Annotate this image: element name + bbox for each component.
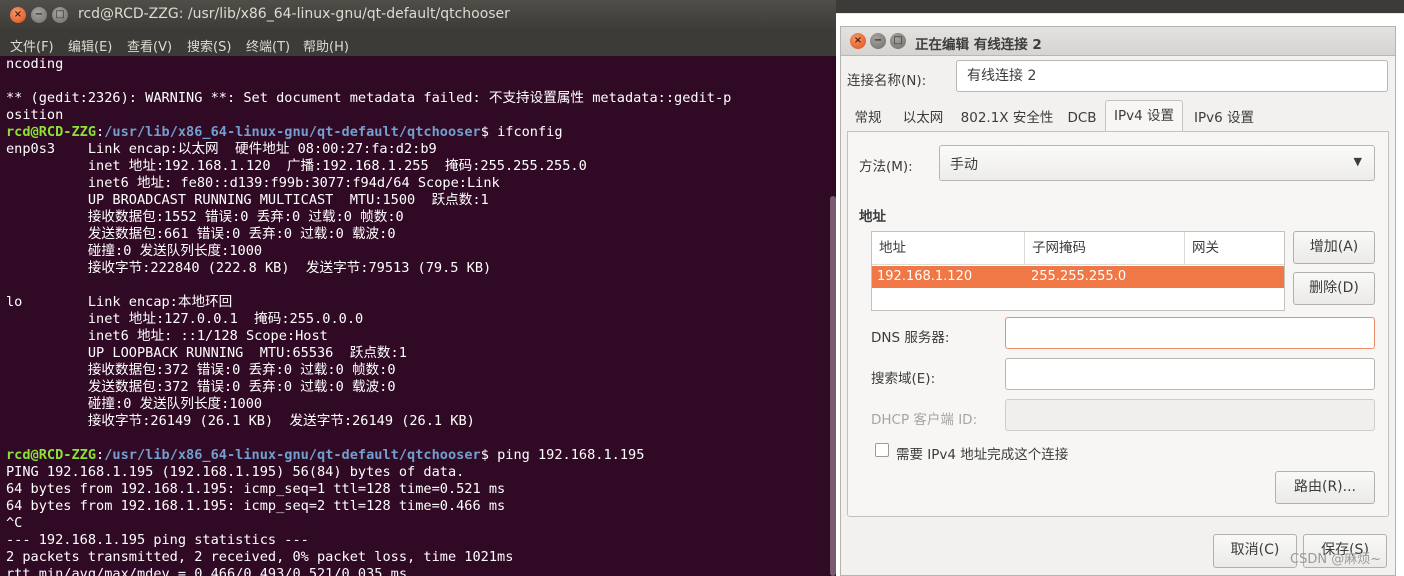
- connection-name-field[interactable]: 有线连接 2: [956, 60, 1388, 92]
- terminal-line: 接收字节:222840 (222.8 KB) 发送字节:79513 (79.5 …: [6, 260, 492, 276]
- terminal-line: osition: [6, 107, 64, 123]
- method-selected-value: 手动: [950, 157, 978, 173]
- dialog-titlebar[interactable]: × − □ 正在编辑 有线连接 2: [841, 27, 1395, 56]
- terminal-line: ^C: [6, 515, 23, 531]
- terminal-title: rcd@RCD-ZZG: /usr/lib/x86_64-linux-gnu/q…: [78, 6, 510, 22]
- table-row[interactable]: 192.168.1.120 255.255.255.0: [872, 266, 1284, 288]
- dns-servers-label: DNS 服务器:: [871, 330, 950, 346]
- menu-help[interactable]: 帮助(H): [303, 36, 349, 55]
- cell-address[interactable]: 192.168.1.120: [877, 266, 972, 288]
- terminal-line: PING 192.168.1.195 (192.168.1.195) 56(84…: [6, 464, 465, 480]
- routes-button[interactable]: 路由(R)...: [1275, 471, 1375, 504]
- menu-edit[interactable]: 编辑(E): [68, 36, 112, 55]
- prompt-dollar: $: [480, 124, 489, 140]
- terminal-titlebar[interactable]: × − □ rcd@RCD-ZZG: /usr/lib/x86_64-linux…: [0, 0, 836, 31]
- terminal-line: 碰撞:0 发送队列长度:1000: [6, 396, 263, 412]
- terminal-line: inet 地址:127.0.0.1 掩码:255.0.0.0: [6, 311, 364, 327]
- method-label: 方法(M):: [859, 159, 913, 175]
- desktop-panel: [836, 0, 1404, 13]
- column-header-gateway[interactable]: 网关: [1184, 232, 1284, 265]
- prompt-command: ifconfig: [488, 124, 563, 140]
- dialog-title: 正在编辑 有线连接 2: [915, 37, 1042, 53]
- terminal-menubar: 文件(F) 编辑(E) 查看(V) 搜索(S) 终端(T) 帮助(H): [0, 31, 836, 56]
- edit-connection-dialog[interactable]: × − □ 正在编辑 有线连接 2 连接名称(N): 有线连接 2 常规 以太网…: [840, 26, 1396, 576]
- menu-search[interactable]: 搜索(S): [187, 36, 231, 55]
- terminal-line: UP BROADCAST RUNNING MULTICAST MTU:1500 …: [6, 192, 489, 208]
- require-ipv4-checkbox[interactable]: [875, 443, 889, 457]
- terminal-output[interactable]: ncoding ** (gedit:2326): WARNING **: Set…: [0, 56, 830, 576]
- add-address-button[interactable]: 增加(A): [1293, 231, 1375, 264]
- prompt-user: rcd@RCD-ZZG: [6, 124, 97, 140]
- terminal-scrollbar-thumb[interactable]: [830, 196, 836, 576]
- prompt-colon: :: [96, 447, 105, 463]
- column-header-address[interactable]: 地址: [872, 232, 1024, 265]
- dns-servers-field[interactable]: [1005, 317, 1375, 349]
- terminal-line: inet6 地址: ::1/128 Scope:Host: [6, 328, 328, 344]
- tab-general[interactable]: 常规: [847, 106, 889, 131]
- tab-dcb[interactable]: DCB: [1061, 106, 1103, 131]
- terminal-line: 接收数据包:1552 错误:0 丢弃:0 过载:0 帧数:0: [6, 209, 404, 225]
- search-domains-label: 搜索域(E):: [871, 371, 936, 387]
- terminal-line: inet6 地址: fe80::d139:f99b:3077:f94d/64 S…: [6, 175, 500, 191]
- require-ipv4-label[interactable]: 需要 IPv4 地址完成这个连接: [896, 443, 1068, 463]
- maximize-icon[interactable]: □: [890, 33, 906, 49]
- tab-ipv6-settings[interactable]: IPv6 设置: [1185, 106, 1263, 131]
- prompt-colon: :: [96, 124, 105, 140]
- terminal-line: 接收数据包:372 错误:0 丢弃:0 过载:0 帧数:0: [6, 362, 396, 378]
- terminal-line: ncoding: [6, 56, 64, 72]
- terminal-line: 接收字节:26149 (26.1 KB) 发送字节:26149 (26.1 KB…: [6, 413, 475, 429]
- close-icon[interactable]: ×: [10, 7, 26, 23]
- terminal-line: ** (gedit:2326): WARNING **: Set documen…: [6, 90, 732, 106]
- delete-address-button[interactable]: 删除(D): [1293, 272, 1375, 305]
- terminal-line: rtt min/avg/max/mdev = 0.466/0.493/0.521…: [6, 566, 408, 576]
- chevron-down-icon: ▼: [1353, 155, 1362, 168]
- cell-netmask[interactable]: 255.255.255.0: [1031, 266, 1126, 288]
- terminal-line: enp0s3 Link encap:以太网 硬件地址 08:00:27:fa:d…: [6, 141, 437, 157]
- maximize-icon[interactable]: □: [52, 7, 68, 23]
- address-table[interactable]: 地址 子网掩码 网关 192.168.1.120 255.255.255.0: [871, 231, 1285, 311]
- prompt-command: ping 192.168.1.195: [488, 447, 645, 463]
- prompt-path: /usr/lib/x86_64-linux-gnu/qt-default/qtc…: [104, 124, 481, 140]
- terminal-line: --- 192.168.1.195 ping statistics ---: [6, 532, 309, 548]
- terminal-line: 碰撞:0 发送队列长度:1000: [6, 243, 263, 259]
- watermark: CSDN @麻烦~: [1290, 552, 1382, 567]
- terminal-window[interactable]: × − □ rcd@RCD-ZZG: /usr/lib/x86_64-linux…: [0, 0, 836, 576]
- minimize-icon[interactable]: −: [31, 7, 47, 23]
- method-dropdown[interactable]: 手动 ▼: [939, 145, 1375, 181]
- terminal-line: inet 地址:192.168.1.120 广播:192.168.1.255 掩…: [6, 158, 587, 174]
- prompt-user: rcd@RCD-ZZG: [6, 447, 97, 463]
- minimize-icon[interactable]: −: [870, 33, 886, 49]
- tab-8021x-security[interactable]: 802.1X 安全性: [955, 106, 1059, 131]
- terminal-prompt-line: rcd@RCD-ZZG:/usr/lib/x86_64-linux-gnu/qt…: [6, 124, 830, 141]
- tab-ethernet[interactable]: 以太网: [893, 106, 953, 131]
- settings-tabs: 常规 以太网 802.1X 安全性 DCB IPv4 设置 IPv6 设置: [847, 100, 1387, 132]
- tab-ipv4-settings[interactable]: IPv4 设置: [1105, 100, 1183, 132]
- terminal-line: 发送数据包:372 错误:0 丢弃:0 过载:0 载波:0: [6, 379, 396, 395]
- close-icon[interactable]: ×: [850, 33, 866, 49]
- dhcp-client-id-field: [1005, 399, 1375, 431]
- connection-name-label: 连接名称(N):: [847, 73, 927, 89]
- search-domains-field[interactable]: [1005, 358, 1375, 390]
- prompt-path: /usr/lib/x86_64-linux-gnu/qt-default/qtc…: [104, 447, 481, 463]
- column-header-netmask[interactable]: 子网掩码: [1024, 232, 1184, 265]
- menu-file[interactable]: 文件(F): [10, 36, 54, 55]
- terminal-line: 2 packets transmitted, 2 received, 0% pa…: [6, 549, 514, 565]
- terminal-prompt-line: rcd@RCD-ZZG:/usr/lib/x86_64-linux-gnu/qt…: [6, 447, 830, 464]
- terminal-line: 发送数据包:661 错误:0 丢弃:0 过载:0 载波:0: [6, 226, 396, 242]
- terminal-line: lo Link encap:本地环回: [6, 294, 233, 310]
- menu-terminal[interactable]: 终端(T): [246, 36, 290, 55]
- address-table-header: 地址 子网掩码 网关: [872, 232, 1284, 265]
- terminal-line: UP LOOPBACK RUNNING MTU:65536 跃点数:1: [6, 345, 407, 361]
- terminal-line: 64 bytes from 192.168.1.195: icmp_seq=1 …: [6, 481, 506, 497]
- prompt-dollar: $: [480, 447, 489, 463]
- cancel-button[interactable]: 取消(C): [1213, 534, 1297, 568]
- dhcp-client-id-label: DHCP 客户端 ID:: [871, 412, 978, 428]
- terminal-line: 64 bytes from 192.168.1.195: icmp_seq=2 …: [6, 498, 506, 514]
- menu-view[interactable]: 查看(V): [127, 36, 172, 55]
- address-section-heading: 地址: [859, 209, 886, 225]
